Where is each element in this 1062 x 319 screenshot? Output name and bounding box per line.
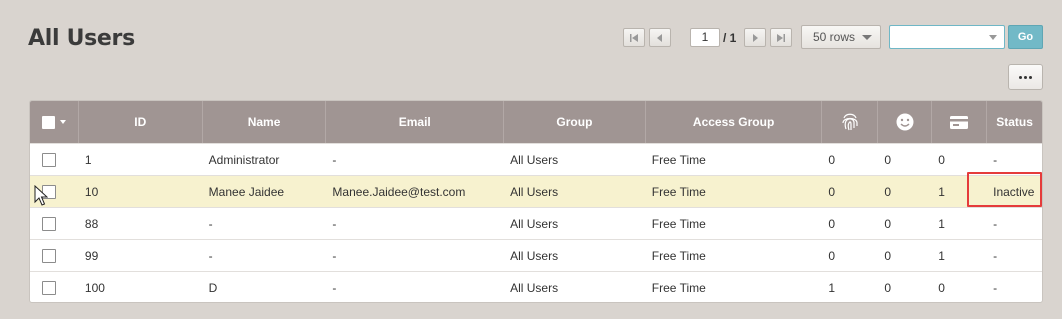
cell-access-group: Free Time <box>651 216 706 231</box>
face-icon <box>896 113 914 131</box>
row-checkbox-cell <box>30 240 79 271</box>
cell-group: All Users <box>510 248 559 263</box>
row-checkbox[interactable] <box>42 152 56 167</box>
cell-group: All Users <box>510 216 559 231</box>
page-title: All Users <box>28 26 135 51</box>
first-page-button[interactable] <box>623 28 645 47</box>
cell-email: - <box>332 152 337 167</box>
cell-card: 1 <box>938 216 945 231</box>
cell-access-group: Free Time <box>651 248 706 263</box>
cell-email: - <box>332 280 337 295</box>
cell-card: 1 <box>938 184 945 199</box>
chevron-down-icon <box>862 34 873 40</box>
mouse-cursor-icon <box>34 185 48 206</box>
fingerprint-icon <box>842 113 858 131</box>
cell-face: 0 <box>884 280 891 295</box>
cell-id: 99 <box>84 248 99 263</box>
table-header: ID Name Email Group Access Group Status <box>30 101 1042 143</box>
checkbox-icon <box>42 115 55 129</box>
row-checkbox[interactable] <box>42 248 56 263</box>
cell-name: - <box>208 216 213 231</box>
pagination: 1 / 1 <box>623 28 796 47</box>
last-page-button[interactable] <box>770 28 793 47</box>
row-checkbox[interactable] <box>42 280 56 295</box>
chevron-down-icon <box>60 120 66 124</box>
table-row[interactable]: 100 D - All Users Free Time 1 0 0- <box>30 271 1042 302</box>
cell-id: 1 <box>84 152 92 167</box>
table-row[interactable]: 99 - - All Users Free Time 0 0 1 - <box>30 239 1042 271</box>
cell-card: 1 <box>938 248 945 263</box>
column-header-group[interactable]: Group <box>504 101 646 143</box>
cell-id: 88 <box>84 216 99 231</box>
last-page-icon <box>777 33 786 42</box>
column-header-email[interactable]: Email <box>326 101 505 143</box>
column-header-card[interactable] <box>932 101 988 143</box>
chevron-down-icon <box>989 35 997 40</box>
column-header-face[interactable] <box>878 101 933 143</box>
cell-id: 100 <box>84 280 105 295</box>
cell-status: - <box>993 248 998 263</box>
cell-group: All Users <box>510 184 559 199</box>
cell-group: All Users <box>510 280 559 295</box>
prev-page-icon <box>657 33 662 42</box>
cell-face: 0 <box>884 248 891 263</box>
column-header-id[interactable]: ID <box>79 101 203 143</box>
cell-email: - <box>332 216 337 231</box>
cell-status: - <box>993 280 998 295</box>
cell-fingerprint: 1 <box>828 280 836 295</box>
table-body: 1 Administrator - All Users Free Time 0 0 0-10 M… <box>30 143 1042 302</box>
cell-email: - <box>332 248 337 263</box>
cell-card: 0 <box>938 280 945 295</box>
column-header-fingerprint[interactable] <box>822 101 879 143</box>
cell-name: Manee Jaidee <box>208 184 285 199</box>
column-header-status[interactable]: Status <box>987 101 1042 143</box>
row-checkbox-cell <box>30 208 79 239</box>
row-checkbox[interactable] <box>42 216 56 231</box>
search-select[interactable] <box>889 25 1005 49</box>
page-number-input[interactable]: 1 <box>690 28 720 47</box>
next-page-button[interactable] <box>744 28 767 47</box>
users-table: ID Name Email Group Access Group Status … <box>29 100 1043 303</box>
more-dot-icon <box>1024 75 1027 79</box>
cell-card: 0 <box>938 152 945 167</box>
first-page-icon <box>630 33 638 42</box>
cell-name: - <box>208 248 213 263</box>
cell-fingerprint: 0 <box>828 152 836 167</box>
cell-face: 0 <box>884 216 891 231</box>
cell-group: All Users <box>510 152 559 167</box>
go-button[interactable]: Go <box>1008 25 1043 49</box>
cell-access-group: Free Time <box>651 184 706 199</box>
table-row[interactable]: 10 Manee Jaidee Manee.Jaidee@test.com All U… <box>30 175 1042 207</box>
cell-access-group: Free Time <box>651 152 706 167</box>
row-checkbox-cell <box>30 272 79 302</box>
cell-id: 10 <box>84 184 99 199</box>
column-header-name[interactable]: Name <box>203 101 327 143</box>
cell-fingerprint: 0 <box>828 216 836 231</box>
card-icon <box>950 115 969 129</box>
cell-face: 0 <box>884 152 891 167</box>
cell-name: D <box>208 280 218 295</box>
more-dot-icon <box>1029 75 1032 79</box>
cell-face: 0 <box>884 184 891 199</box>
row-checkbox-cell <box>30 144 79 175</box>
cell-fingerprint: 0 <box>828 184 836 199</box>
more-options-button[interactable] <box>1008 64 1043 90</box>
select-all-checkbox[interactable] <box>30 101 79 143</box>
cell-name: Administrator <box>208 152 280 167</box>
prev-page-button[interactable] <box>649 28 671 47</box>
cell-access-group: Free Time <box>651 280 706 295</box>
next-page-icon <box>753 33 759 42</box>
table-row[interactable]: 88 - - All Users Free Time 0 0 1 - <box>30 207 1042 239</box>
cell-status: - <box>993 152 998 167</box>
page-total: / 1 <box>723 30 737 45</box>
table-row[interactable]: 1 Administrator - All Users Free Time 0 0 0 - <box>30 143 1042 175</box>
cell-status: Inactive <box>993 184 1035 199</box>
cell-fingerprint: 0 <box>828 248 836 263</box>
cell-status: - <box>993 216 998 231</box>
rows-per-page-label: 50 rows <box>813 30 856 44</box>
column-header-access-group[interactable]: Access Group <box>646 101 823 143</box>
rows-per-page-select[interactable]: 50 rows <box>801 25 881 49</box>
cell-email: Manee.Jaidee@test.com <box>332 184 466 199</box>
more-dot-icon <box>1019 75 1022 79</box>
